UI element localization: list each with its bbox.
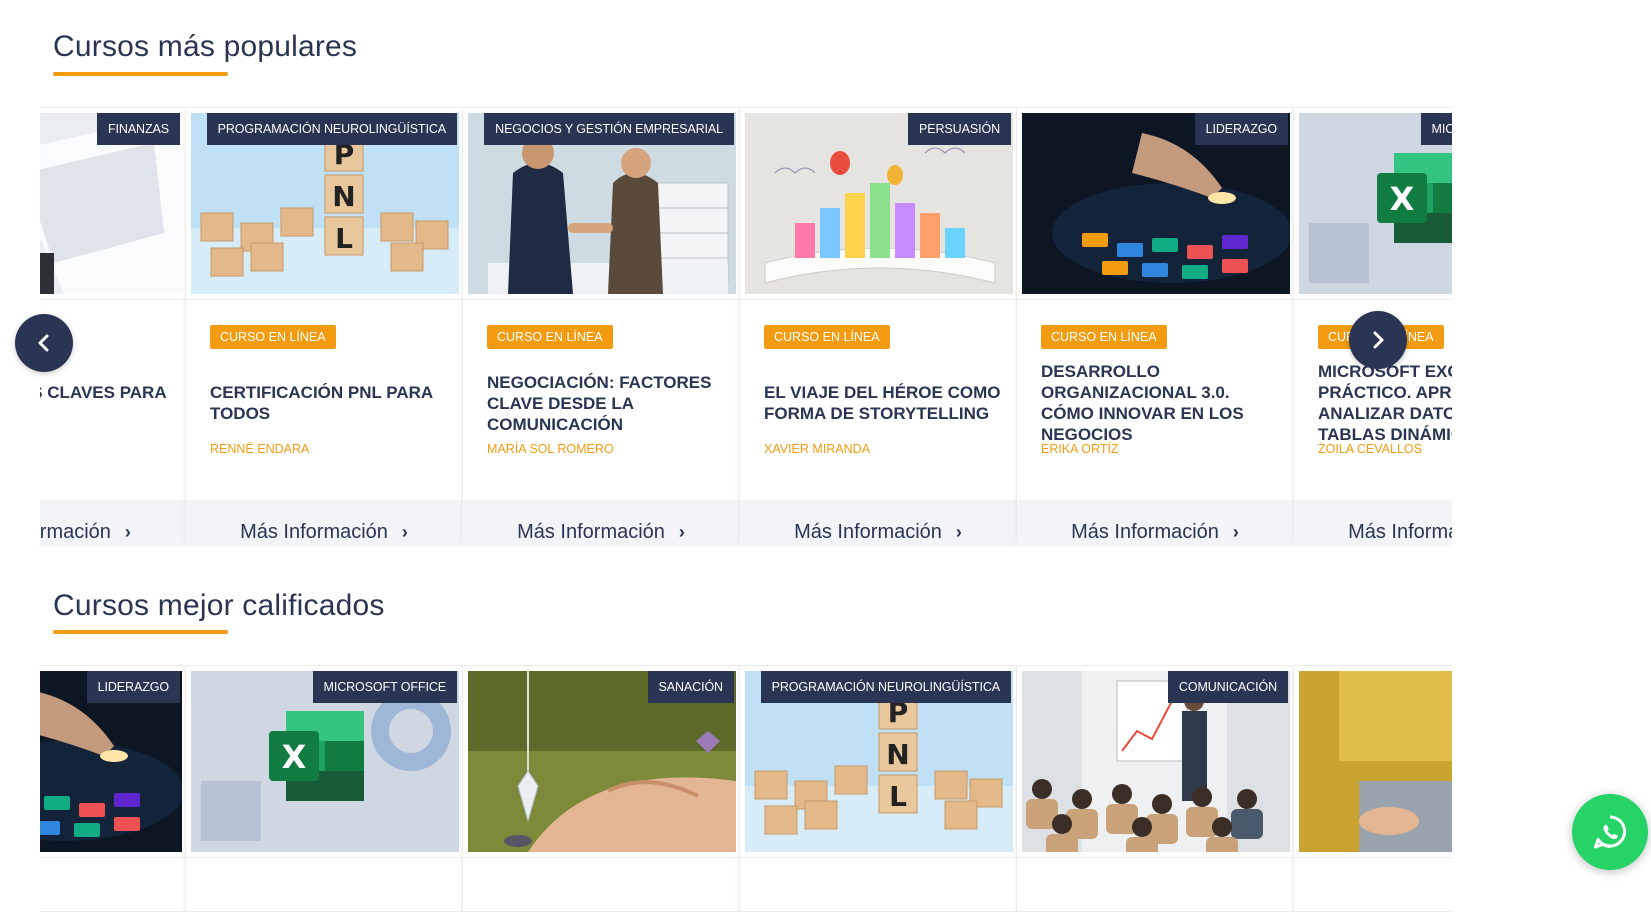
popular-courses-heading: Cursos más populares xyxy=(53,30,358,63)
svg-text:N: N xyxy=(332,180,355,213)
card-divider xyxy=(1294,299,1452,300)
card-divider xyxy=(40,299,185,300)
card-divider xyxy=(1017,857,1293,858)
more-info-button[interactable]: Más Información› xyxy=(1294,500,1452,547)
course-card[interactable]: X MICROSOFT OFFICE xyxy=(185,665,463,912)
course-type-badge: CURSO EN LÍNEA xyxy=(764,325,890,349)
category-tag: LIDERAZGO xyxy=(1194,113,1288,145)
more-info-button[interactable]: Más Información › xyxy=(1017,500,1293,547)
course-title[interactable]: DINERO. LAS CLAVES PARA EL ÉXITO xyxy=(40,360,173,446)
category-tag: MICROSOFT OFFICE xyxy=(312,671,457,703)
more-info-button[interactable]: Más Información › xyxy=(40,500,185,547)
more-info-label: Más Información xyxy=(1348,520,1452,543)
laptop-hands-image[interactable] xyxy=(1299,671,1452,852)
category-tag: FINANZAS xyxy=(96,113,180,145)
svg-text:X: X xyxy=(282,738,307,776)
more-info-button[interactable]: Más Información › xyxy=(186,500,462,547)
category-tag: PROGRAMACIÓN NEUROLINGÜÍSTICA xyxy=(760,671,1011,703)
card-divider xyxy=(740,299,1016,300)
top-rated-courses-heading: Cursos mejor calificados xyxy=(53,589,385,622)
course-instructor: XAVIER MIRANDA xyxy=(764,442,871,456)
course-card[interactable]: P N L PROGRAMACIÓN NEUROLINGÜÍSTICA CURSO EN… xyxy=(185,107,463,547)
card-divider xyxy=(1294,857,1452,858)
more-info-label: Más Información xyxy=(240,520,388,543)
svg-text:X: X xyxy=(1390,180,1415,218)
course-instructor: ZOILA CEVALLOS xyxy=(1318,442,1422,456)
svg-text:N: N xyxy=(886,738,909,771)
card-divider xyxy=(40,857,185,858)
chevron-right-icon xyxy=(1373,331,1384,349)
top-rated-courses-underline xyxy=(53,630,228,634)
card-divider xyxy=(463,857,739,858)
svg-text:L: L xyxy=(889,780,907,813)
course-card[interactable] xyxy=(1293,665,1452,912)
category-tag: PROGRAMACIÓN NEUROLINGÜÍSTICA xyxy=(206,113,457,145)
category-tag: LIDERAZGO xyxy=(86,671,180,703)
course-title[interactable]: DESARROLLO ORGANIZACIONAL 3.0. CÓMO INNO… xyxy=(1041,360,1281,446)
category-tag: COMUNICACIÓN xyxy=(1167,671,1288,703)
course-title[interactable]: MICROSOFT EXCEL PRÁCTICO. APRENDE A ANAL… xyxy=(1318,360,1452,446)
more-info-label: Más Información xyxy=(40,520,111,543)
course-card[interactable]: COMUNICACIÓN xyxy=(1016,665,1294,912)
course-instructor: MARÍA SOL ROMERO xyxy=(487,442,614,456)
course-card[interactable]: P N L PROGRAMACIÓN NEUROLINGÜÍSTICA xyxy=(739,665,1017,912)
course-title[interactable]: CERTIFICACIÓN PNL PARA TODOS xyxy=(210,360,450,446)
carousel-next-button[interactable] xyxy=(1349,311,1407,369)
chevron-right-icon: › xyxy=(678,521,685,542)
course-title[interactable]: NEGOCIACIÓN: FACTORES CLAVE DESDE LA COM… xyxy=(487,360,727,446)
more-info-button[interactable]: Más Información › xyxy=(463,500,739,547)
svg-text:L: L xyxy=(335,222,353,255)
carousel-prev-button[interactable] xyxy=(15,314,73,372)
course-card[interactable]: SANACIÓN xyxy=(462,665,740,912)
more-info-label: Más Información xyxy=(794,520,942,543)
more-info-button[interactable]: Más Información › xyxy=(740,500,1016,547)
category-tag: SANACIÓN xyxy=(647,671,734,703)
category-tag: MICROSOFT OFFICE xyxy=(1420,113,1452,145)
card-divider xyxy=(186,857,462,858)
course-type-badge: CURSO EN LÍNEA xyxy=(1041,325,1167,349)
more-info-label: Más Información xyxy=(517,520,665,543)
course-instructor: ERIKA ORTÍZ xyxy=(1041,442,1119,456)
course-card[interactable]: NEGOCIOS Y GESTIÓN EMPRESARIAL CURSO EN L… xyxy=(462,107,740,547)
more-info-label: Más Información xyxy=(1071,520,1219,543)
chevron-right-icon: › xyxy=(955,521,962,542)
chevron-left-icon xyxy=(38,334,49,352)
chevron-right-icon: › xyxy=(401,521,408,542)
category-tag: PERSUASIÓN xyxy=(908,113,1011,145)
course-type-badge: CURSO EN LÍNEA xyxy=(487,325,613,349)
popular-courses-carousel: FINANZAS CURSO EN LÍNEA DINERO. LAS CLAVES… xyxy=(40,107,1452,547)
course-instructor: RENNÉ ENDARA xyxy=(210,442,310,456)
course-card[interactable]: LIDERAZGO CURSO EN LÍNEA DESARROLLO ORGANI… xyxy=(1016,107,1294,547)
chevron-right-icon: › xyxy=(124,521,131,542)
whatsapp-chat-button[interactable] xyxy=(1572,794,1648,870)
card-divider xyxy=(463,299,739,300)
card-divider xyxy=(186,299,462,300)
top-rated-courses-carousel: LIDERAZGO X MICROSOFT OFFICE SANACIÓN P N L PRO… xyxy=(40,665,1452,912)
category-tag: NEGOCIOS Y GESTIÓN EMPRESARIAL xyxy=(484,113,734,145)
course-card[interactable]: LIDERAZGO xyxy=(40,665,186,912)
chevron-right-icon: › xyxy=(1232,521,1239,542)
whatsapp-icon xyxy=(1594,815,1627,849)
course-title[interactable]: EL VIAJE DEL HÉROE COMO FORMA DE STORYTE… xyxy=(764,360,1004,446)
card-divider xyxy=(1017,299,1293,300)
course-card[interactable]: PERSUASIÓN CURSO EN LÍNEA EL VIAJE DEL HÉR… xyxy=(739,107,1017,547)
popular-courses-underline xyxy=(53,72,228,76)
card-divider xyxy=(740,857,1016,858)
course-type-badge: CURSO EN LÍNEA xyxy=(210,325,336,349)
